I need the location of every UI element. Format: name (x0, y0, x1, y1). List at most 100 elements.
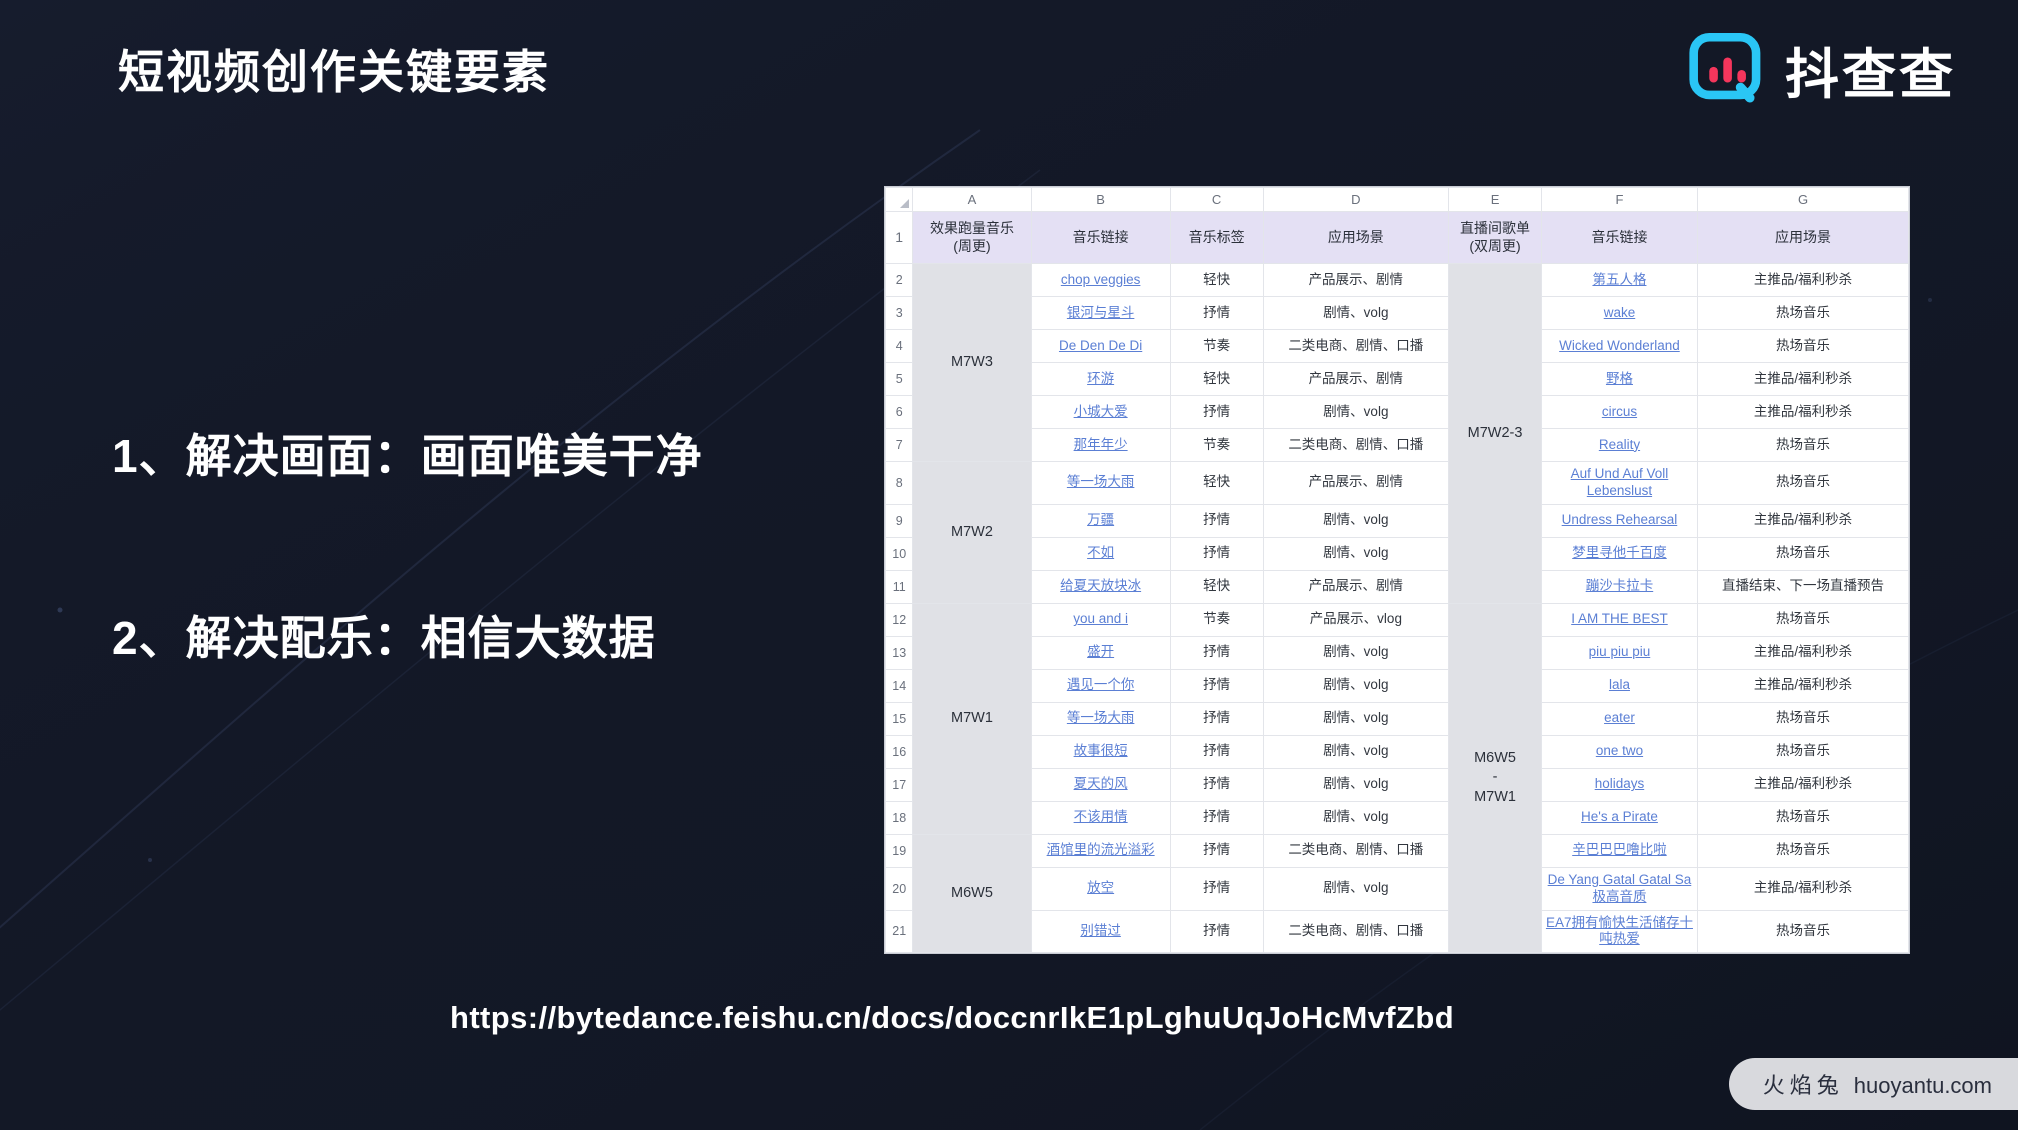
music-link-cell[interactable]: 环游 (1030, 362, 1171, 396)
row-number-6[interactable]: 6 (884, 395, 914, 429)
row-number-1[interactable]: 1 (884, 211, 914, 264)
music-link-cell[interactable]: 夏天的风 (1030, 767, 1171, 802)
row-number-17[interactable]: 17 (884, 767, 914, 802)
music-link-cell[interactable]: 等一场大雨 (1030, 461, 1171, 505)
row-number-16[interactable]: 16 (884, 734, 914, 769)
live-music-link-cell[interactable]: 梦里寻他千百度 (1540, 536, 1699, 571)
table-row: 11 给夏天放块冰 轻快 产品展示、剧情 蹦沙卡拉卡 直播结束、下一场直播预告 (884, 569, 1909, 604)
row-number-19[interactable]: 19 (884, 833, 914, 868)
row-number-21[interactable]: 21 (884, 909, 914, 954)
scenario-cell: 二类电商、剧情、口播 (1262, 833, 1450, 868)
music-link-cell[interactable]: 不该用情 (1030, 800, 1171, 835)
live-scenario-cell: 主推品/福利秒杀 (1697, 362, 1909, 396)
document-url[interactable]: https://bytedance.feishu.cn/docs/doccnrI… (450, 1000, 1454, 1036)
music-link-cell[interactable]: De Den De Di (1030, 329, 1171, 363)
music-link-cell[interactable]: 放空 (1030, 866, 1171, 911)
music-link-cell[interactable]: 银河与星斗 (1030, 296, 1171, 330)
live-scenario-cell: 热场音乐 (1697, 329, 1909, 363)
brand-wordmark: 抖查查 (1785, 45, 1956, 105)
live-music-link-cell[interactable]: He's a Pirate (1540, 800, 1699, 835)
music-link-cell[interactable]: 酒馆里的流光溢彩 (1030, 833, 1171, 868)
row-number-8[interactable]: 8 (884, 461, 914, 505)
live-music-link-cell[interactable]: 辛巴巴巴噜比啦 (1540, 833, 1699, 868)
table-row: 19 M6W5 酒馆里的流光溢彩 抒情 二类电商、剧情、口播 辛巴巴巴噜比啦热场音乐 (884, 833, 1909, 954)
row-number-9[interactable]: 9 (884, 503, 914, 538)
row-number-14[interactable]: 14 (884, 668, 914, 703)
row-number-20[interactable]: 20 (884, 866, 914, 911)
column-letter-a[interactable]: A (912, 187, 1032, 212)
live-music-link-cell[interactable]: holidays (1540, 767, 1699, 802)
group-cell-a: M6W5 (912, 833, 1032, 954)
live-music-link-cell[interactable]: 野格 (1540, 362, 1699, 396)
live-music-link-cell[interactable]: De Yang Gatal Gatal Sa 极高音质 (1540, 866, 1699, 911)
header-cell-f: 音乐链接 (1540, 211, 1699, 264)
row-number-3[interactable]: 3 (884, 296, 914, 330)
column-letter-f[interactable]: F (1540, 187, 1699, 212)
row-number-4[interactable]: 4 (884, 329, 914, 363)
live-music-link-cell[interactable]: Wicked Wonderland (1540, 329, 1699, 363)
header-cell-d: 应用场景 (1262, 211, 1450, 264)
column-letter-g[interactable]: G (1697, 187, 1909, 212)
live-scenario-cell: 热场音乐 (1697, 461, 1909, 505)
row-number-11[interactable]: 11 (884, 569, 914, 604)
table-row: 5 环游 轻快 产品展示、剧情 野格 主推品/福利秒杀 (884, 362, 1909, 396)
row-number-15[interactable]: 15 (884, 701, 914, 736)
header-e-line1: 直播间歌单 (1460, 220, 1531, 236)
select-all-corner[interactable] (884, 187, 914, 212)
group-cell-e: M7W2-3 (1448, 263, 1542, 604)
live-scenario-cell: 主推品/福利秒杀 (1697, 503, 1909, 538)
live-music-link-cell[interactable]: 蹦沙卡拉卡 (1540, 569, 1699, 604)
column-letter-d[interactable]: D (1262, 187, 1450, 212)
live-music-link-cell[interactable]: I AM THE BEST (1540, 602, 1699, 637)
live-music-link-cell[interactable]: wake (1540, 296, 1699, 330)
live-music-link-cell[interactable]: Auf Und Auf Voll Lebenslust (1540, 461, 1699, 505)
row-number-12[interactable]: 12 (884, 602, 914, 637)
corner-triangle-icon (900, 199, 910, 208)
header-cell-b: 音乐链接 (1030, 211, 1171, 264)
header-cell-a: 效果跑量音乐 (周更) (912, 211, 1032, 264)
music-link-cell[interactable]: 那年年少 (1030, 428, 1171, 462)
row-number-5[interactable]: 5 (884, 362, 914, 396)
music-link-cell[interactable]: 不如 (1030, 536, 1171, 571)
music-link-cell[interactable]: 等一场大雨 (1030, 701, 1171, 736)
music-link-cell[interactable]: chop veggies (1030, 263, 1171, 297)
group-e-line2: - (1492, 769, 1498, 786)
live-music-link-cell[interactable]: circus (1540, 395, 1699, 429)
header-cell-g: 应用场景 (1697, 211, 1909, 264)
music-tag-cell: 轻快 (1169, 263, 1264, 297)
music-link-cell[interactable]: 别错过 (1030, 909, 1171, 954)
live-music-link-cell[interactable]: Reality (1540, 428, 1699, 462)
live-music-link-cell[interactable]: piu piu piu (1540, 635, 1699, 670)
live-music-link-cell[interactable]: one two (1540, 734, 1699, 769)
row-number-10[interactable]: 10 (884, 536, 914, 571)
music-link-cell[interactable]: 故事很短 (1030, 734, 1171, 769)
scenario-cell: 产品展示、vlog (1262, 602, 1450, 637)
music-tag-cell: 抒情 (1169, 866, 1264, 911)
live-scenario-cell: 热场音乐 (1697, 909, 1909, 954)
music-link-cell[interactable]: you and i (1030, 602, 1171, 637)
row-number-7[interactable]: 7 (884, 428, 914, 462)
row-number-13[interactable]: 13 (884, 635, 914, 670)
row-number-18[interactable]: 18 (884, 800, 914, 835)
row-number-2[interactable]: 2 (884, 263, 914, 297)
music-link-cell[interactable]: 给夏天放块冰 (1030, 569, 1171, 604)
live-music-link-cell[interactable]: lala (1540, 668, 1699, 703)
column-letter-e[interactable]: E (1448, 187, 1542, 212)
table-row: 7 那年年少 节奏 二类电商、剧情、口播 Reality 热场音乐 (884, 428, 1909, 462)
music-link-cell[interactable]: 盛开 (1030, 635, 1171, 670)
live-music-link-cell[interactable]: Undress Rehearsal (1540, 503, 1699, 538)
music-link-cell[interactable]: 万疆 (1030, 503, 1171, 538)
music-link-cell[interactable]: 小城大爱 (1030, 395, 1171, 429)
music-tag-cell: 抒情 (1169, 833, 1264, 868)
live-music-link-cell[interactable]: 第五人格 (1540, 263, 1699, 297)
music-link-cell[interactable]: 遇见一个你 (1030, 668, 1171, 703)
live-music-link-cell[interactable]: eater (1540, 701, 1699, 736)
scenario-cell: 产品展示、剧情 (1262, 461, 1450, 505)
column-letter-c[interactable]: C (1169, 187, 1264, 212)
live-scenario-cell: 热场音乐 (1697, 602, 1909, 637)
column-letter-b[interactable]: B (1030, 187, 1171, 212)
live-scenario-cell: 主推品/福利秒杀 (1697, 866, 1909, 911)
music-tag-cell: 抒情 (1169, 734, 1264, 769)
live-music-link-cell[interactable]: EA7拥有愉快生活储存十吨热爱 (1540, 909, 1699, 954)
table-row: 17 夏天的风 抒情 剧情、volg holidays 主推品/福利秒杀 (884, 767, 1909, 802)
